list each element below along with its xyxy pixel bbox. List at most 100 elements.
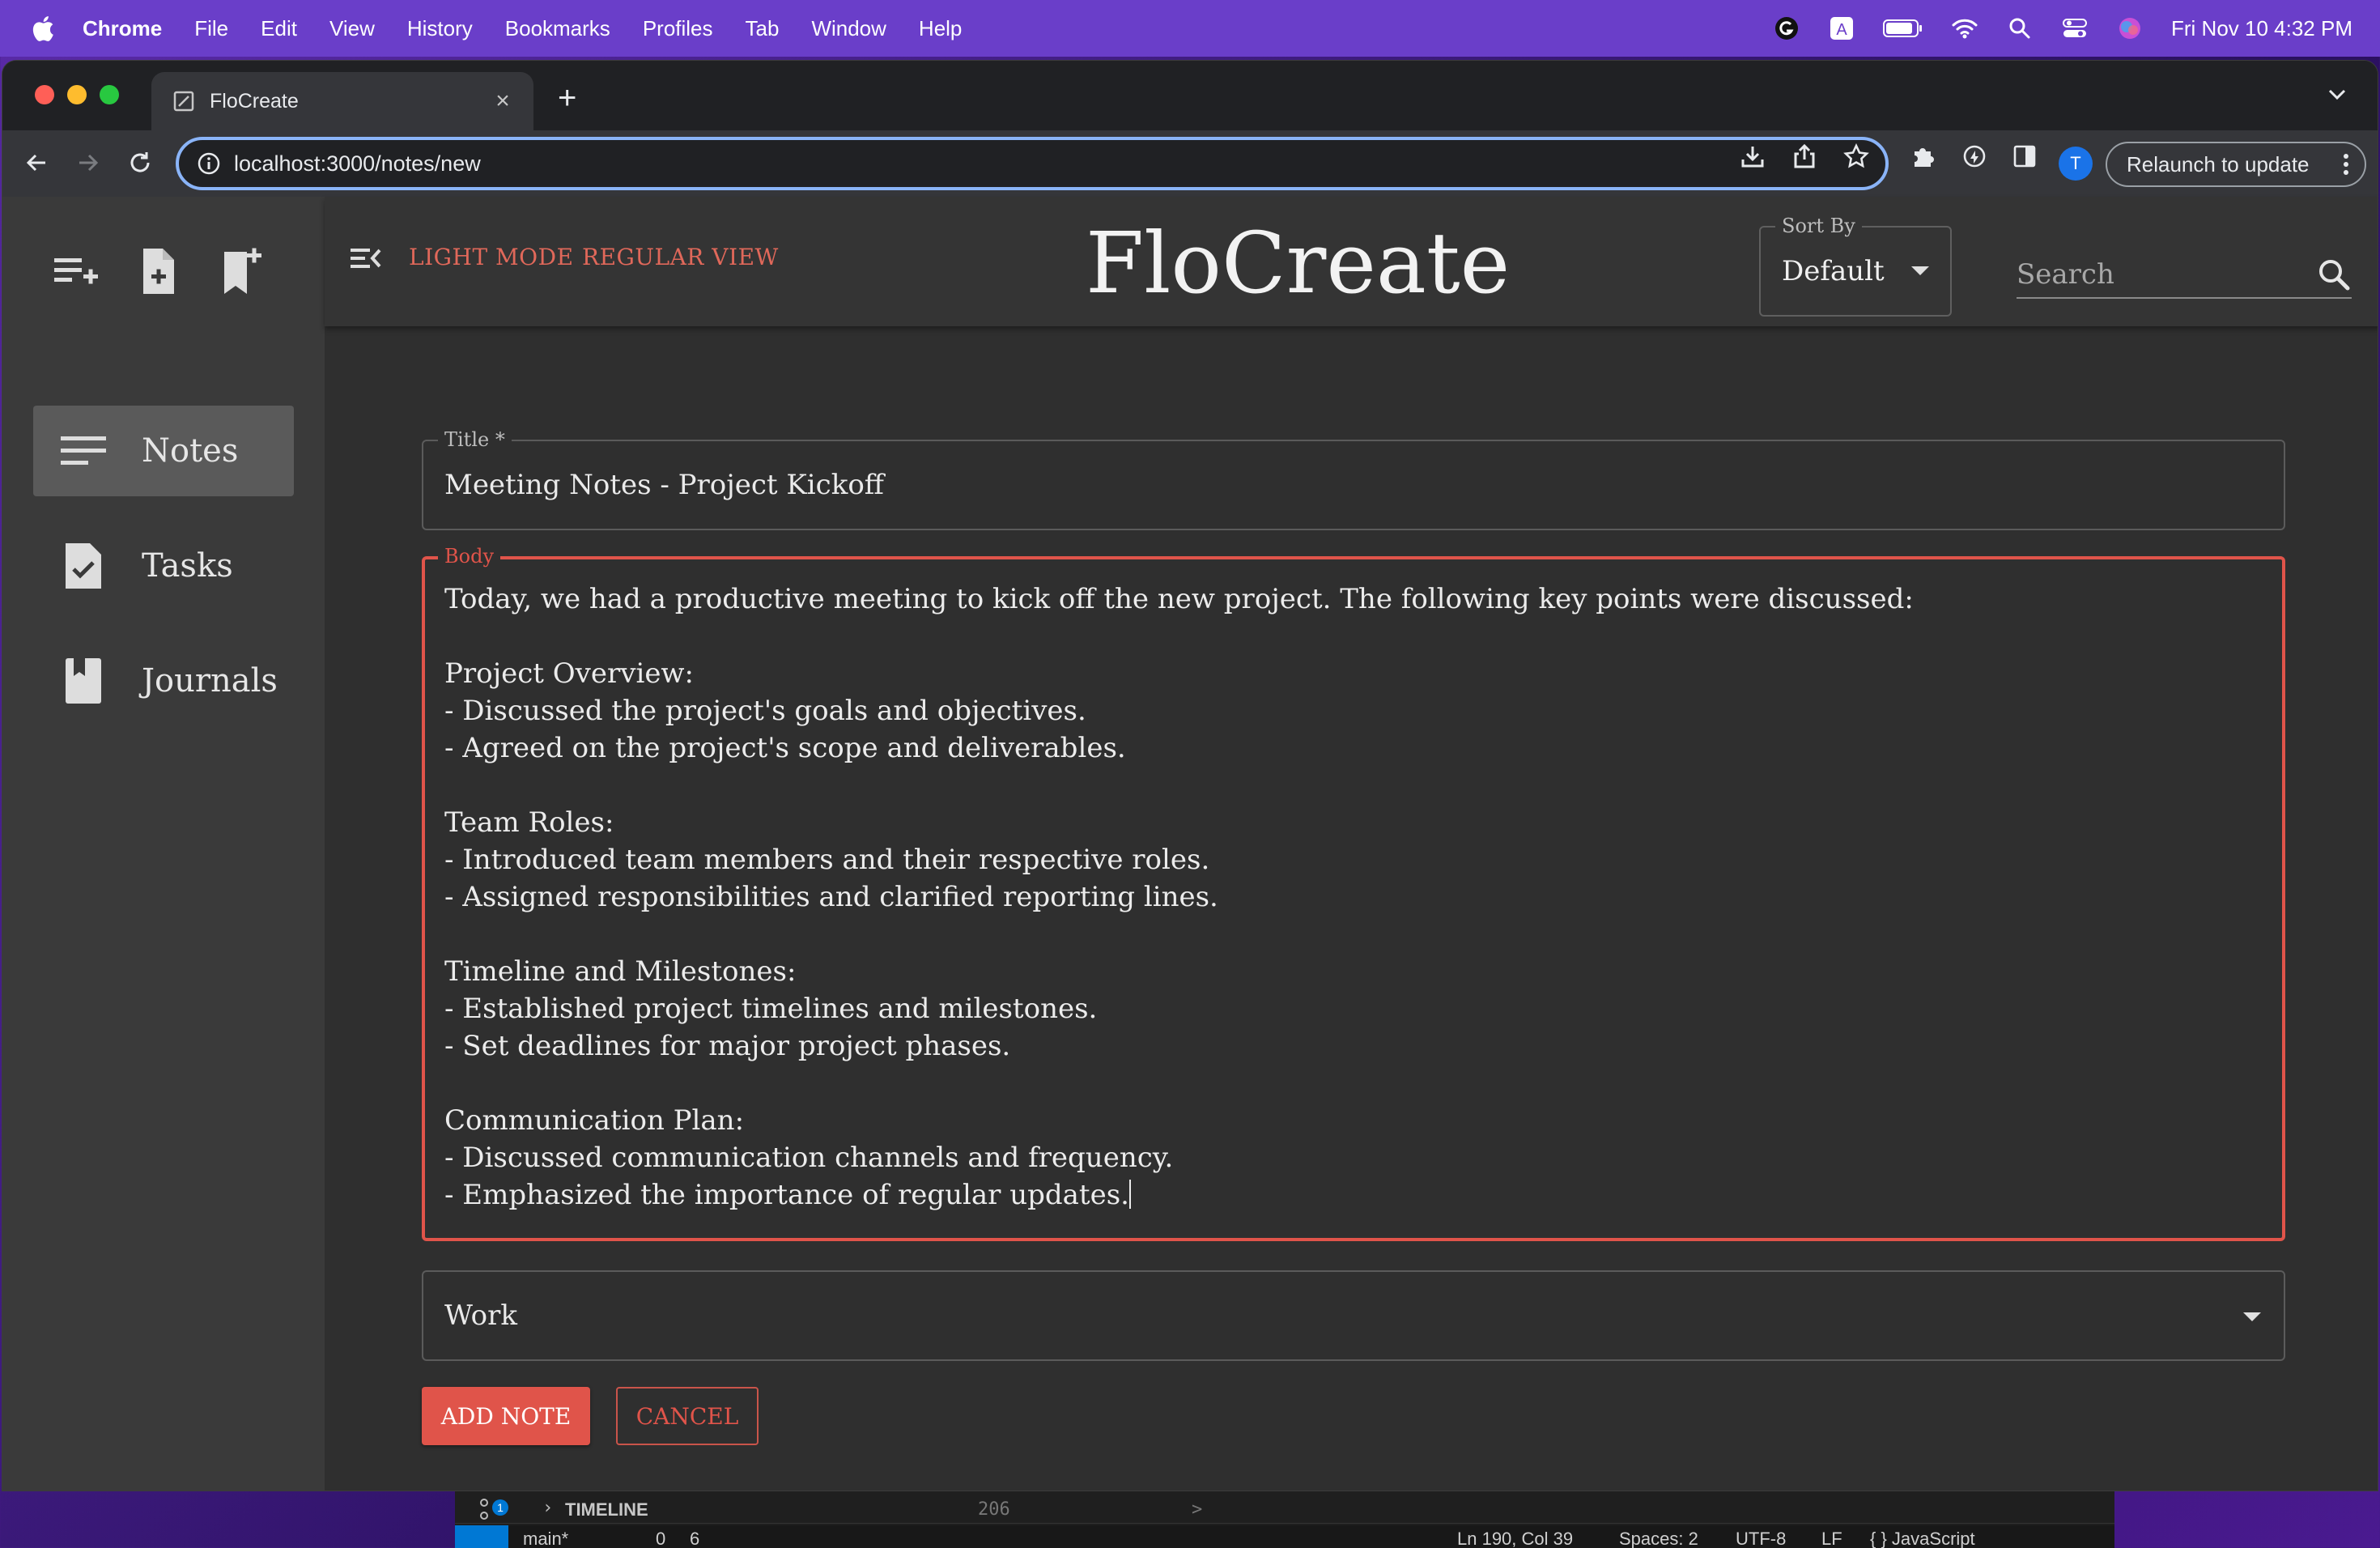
bookmark-star-icon[interactable]	[1842, 142, 1871, 171]
remote-indicator[interactable]	[455, 1525, 508, 1548]
new-document-icon[interactable]	[132, 245, 184, 297]
eol-setting[interactable]: LF	[1821, 1529, 1842, 1548]
app-header: LIGHT MODE REGULAR VIEW FloCreate Sort B…	[325, 197, 2378, 326]
editor-panel-row: 1 › TIMELINE 206 >	[455, 1491, 2114, 1524]
menu-edit[interactable]: Edit	[261, 16, 297, 41]
menu-window[interactable]: Window	[811, 16, 886, 41]
menu-history[interactable]: History	[407, 16, 473, 41]
control-center-icon[interactable]	[2061, 15, 2089, 42]
timeline-panel-label[interactable]: TIMELINE	[565, 1499, 648, 1520]
menu-bookmarks[interactable]: Bookmarks	[505, 16, 610, 41]
menu-help[interactable]: Help	[919, 16, 962, 41]
search-input[interactable]: Search	[2017, 253, 2352, 299]
language-mode[interactable]: { } JavaScript	[1870, 1529, 1975, 1548]
install-app-icon[interactable]	[1738, 142, 1767, 171]
menu-file[interactable]: File	[194, 16, 228, 41]
category-value: Work	[444, 1299, 517, 1332]
more-vert-icon[interactable]	[2342, 150, 2350, 179]
tab-title: FloCreate	[210, 89, 299, 113]
apple-icon[interactable]	[31, 15, 55, 42]
grammarly-icon[interactable]	[1773, 15, 1800, 42]
browser-window: FloCreate × + localhost:3000/notes/new T…	[2, 60, 2378, 1491]
source-control-icon[interactable]: 1	[476, 1496, 508, 1520]
chevron-right-icon[interactable]: ›	[542, 1498, 553, 1518]
window-zoom-button[interactable]	[100, 85, 119, 104]
body-label: Body	[438, 545, 501, 568]
app-brand-title: FloCreate	[1086, 214, 1511, 313]
sidebar-item-journals[interactable]: Journals	[33, 636, 294, 726]
git-branch-status[interactable]: main*	[523, 1529, 568, 1548]
input-source-icon[interactable]: A	[1828, 15, 1855, 42]
problems-count[interactable]: 0	[656, 1529, 665, 1548]
editor-status-bar: main* 0 6 Ln 190, Col 39 Spaces: 2 UTF-8…	[455, 1525, 2114, 1548]
extensions-puzzle-icon[interactable]	[1908, 142, 1937, 171]
cancel-button[interactable]: CANCEL	[616, 1387, 759, 1445]
title-label: Title *	[438, 428, 512, 451]
spotlight-search-icon[interactable]	[2006, 15, 2034, 42]
side-panel-icon[interactable]	[2010, 142, 2039, 171]
profile-avatar[interactable]: T	[2059, 147, 2093, 181]
extension-icon[interactable]	[1960, 142, 1989, 171]
cursor-position[interactable]: Ln 190, Col 39	[1457, 1529, 1573, 1548]
menu-app-name[interactable]: Chrome	[83, 16, 162, 41]
body-text[interactable]: Today, we had a productive meeting to ki…	[444, 583, 1914, 1211]
editor-chevron-text: >	[1192, 1499, 1203, 1520]
dropdown-arrow-icon	[2243, 1312, 2261, 1321]
tab-search-chevron-icon[interactable]	[2327, 88, 2347, 101]
menu-view[interactable]: View	[329, 16, 375, 41]
background-code-editor: 1 › TIMELINE 206 > main* 0 6 Ln 190, Col…	[455, 1491, 2114, 1548]
new-bookmark-icon[interactable]	[215, 245, 266, 297]
sidebar-item-label: Notes	[142, 432, 239, 470]
encoding-setting[interactable]: UTF-8	[1736, 1529, 1786, 1548]
new-list-icon[interactable]	[49, 245, 101, 297]
body-textarea[interactable]: Body Today, we had a productive meeting …	[422, 545, 2285, 1241]
sidebar-item-label: Tasks	[142, 547, 233, 585]
share-icon[interactable]	[1790, 142, 1819, 171]
title-field[interactable]: Title * Meeting Notes - Project Kickoff	[422, 428, 2285, 530]
light-mode-button[interactable]: LIGHT MODE	[409, 244, 574, 270]
category-select[interactable]: Work	[422, 1270, 2285, 1361]
editor-line-number: 206	[978, 1499, 1010, 1520]
body-text-container[interactable]: Today, we had a productive meeting to ki…	[444, 580, 2263, 1214]
siri-icon[interactable]	[2116, 15, 2144, 42]
regular-view-button[interactable]: REGULAR VIEW	[582, 244, 779, 270]
menu-collapse-icon[interactable]	[349, 242, 381, 274]
sort-by-value: Default	[1782, 255, 1885, 287]
browser-toolbar: localhost:3000/notes/new T Relaunch to u…	[2, 130, 2378, 197]
svg-text:1: 1	[497, 1501, 504, 1514]
relaunch-update-button[interactable]: Relaunch to update	[2106, 142, 2366, 187]
search-icon[interactable]	[2316, 257, 2352, 292]
forward-arrow-icon[interactable]	[72, 147, 104, 179]
tab-strip: FloCreate × +	[2, 61, 2378, 130]
address-bar[interactable]: localhost:3000/notes/new	[176, 137, 1889, 190]
notes-icon	[59, 427, 108, 475]
sidebar-item-tasks[interactable]: Tasks	[33, 521, 294, 611]
sort-by-select[interactable]: Sort By Default	[1759, 215, 1952, 317]
battery-icon[interactable]	[1883, 15, 1923, 42]
reload-icon[interactable]	[124, 147, 156, 179]
wifi-icon[interactable]	[1951, 15, 1978, 42]
new-tab-button[interactable]: +	[558, 82, 576, 114]
sidebar-item-label: Journals	[142, 662, 278, 700]
window-close-button[interactable]	[35, 85, 54, 104]
back-arrow-icon[interactable]	[20, 147, 53, 179]
site-info-icon[interactable]	[197, 151, 221, 176]
menu-tab[interactable]: Tab	[746, 16, 780, 41]
sidebar-item-notes[interactable]: Notes	[33, 406, 294, 496]
indent-setting[interactable]: Spaces: 2	[1619, 1529, 1698, 1548]
url-text[interactable]: localhost:3000/notes/new	[234, 151, 481, 176]
window-minimize-button[interactable]	[67, 85, 87, 104]
add-note-button[interactable]: ADD NOTE	[422, 1387, 590, 1445]
tab-close-icon[interactable]: ×	[490, 88, 516, 114]
page-favicon-icon	[173, 91, 194, 112]
browser-tab[interactable]: FloCreate ×	[151, 72, 533, 130]
warnings-count[interactable]: 6	[690, 1529, 699, 1548]
title-value[interactable]: Meeting Notes - Project Kickoff	[444, 469, 884, 501]
journal-icon	[59, 657, 108, 705]
dropdown-arrow-icon	[1911, 266, 1929, 275]
sort-by-label: Sort By	[1775, 215, 1862, 237]
text-cursor	[1128, 1180, 1131, 1209]
menu-bar-clock[interactable]: Fri Nov 10 4:32 PM	[2171, 16, 2352, 41]
menu-profiles[interactable]: Profiles	[643, 16, 713, 41]
app-viewport: Notes Tasks Journals LIGHT MODE REGULAR …	[2, 197, 2378, 1491]
